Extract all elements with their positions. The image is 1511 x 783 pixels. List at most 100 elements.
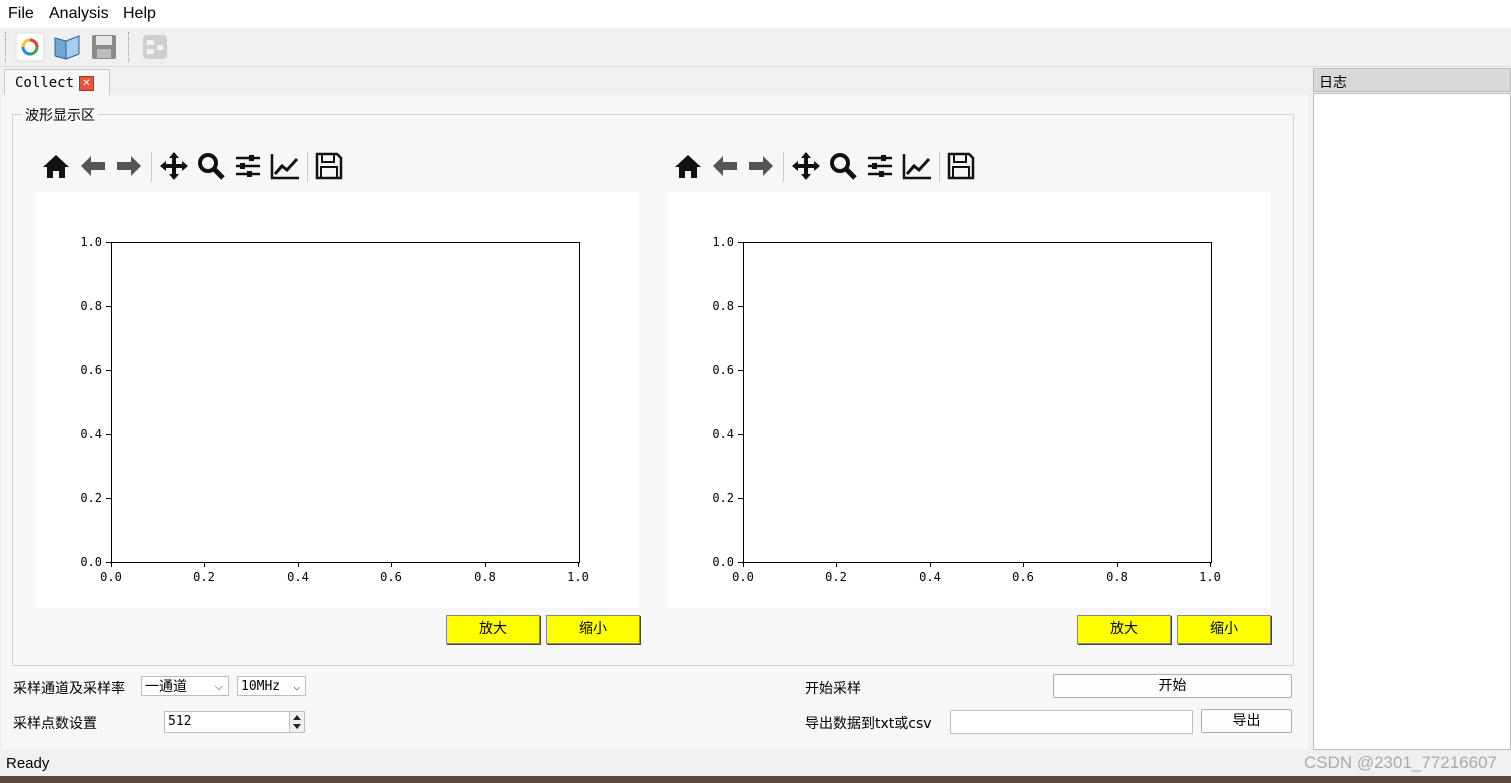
groupbox-title: 波形显示区 (22, 105, 98, 125)
y-tick-mark (106, 370, 111, 371)
status-bar: Ready (0, 751, 1511, 776)
y-tick-label: 0.8 (712, 299, 734, 313)
refresh-icon[interactable] (15, 32, 45, 62)
export-path-input[interactable] (950, 710, 1193, 734)
x-tick-label: 0.6 (380, 570, 402, 584)
start-button[interactable]: 开始 (1053, 674, 1292, 698)
plot-canvas-left[interactable]: 1.0 0.8 0.6 0.4 0.2 0.0 0.0 0.2 0.4 0.6 … (36, 192, 639, 608)
y-tick-mark (106, 434, 111, 435)
export-label: 导出数据到txt或csv (805, 716, 932, 732)
toolbar-separator (128, 32, 132, 62)
home-icon[interactable] (672, 150, 704, 182)
points-spinbox-value: 512 (168, 714, 192, 729)
y-tick-mark (106, 242, 111, 243)
zoom-in-button-left[interactable]: 放大 (446, 615, 540, 644)
y-tick-label: 0.0 (712, 555, 734, 569)
plot-toolbar-right (672, 150, 982, 184)
desktop-background-strip (0, 776, 1511, 783)
x-tick-mark (298, 562, 299, 567)
main-toolbar (0, 28, 1511, 67)
log-title: 日志 (1319, 75, 1347, 91)
subplots-config-icon[interactable] (864, 150, 896, 182)
menu-analysis[interactable]: Analysis (49, 5, 109, 23)
back-arrow-icon[interactable] (709, 150, 741, 182)
y-tick-mark (738, 434, 743, 435)
tab-bar: Collect ✕ (0, 67, 1310, 97)
x-tick-mark (578, 562, 579, 567)
zoom-icon[interactable] (827, 150, 859, 182)
x-tick-label: 0.8 (1106, 570, 1128, 584)
zoom-in-button-right[interactable]: 放大 (1077, 615, 1171, 644)
y-tick-label: 1.0 (712, 235, 734, 249)
pan-icon[interactable] (790, 150, 822, 182)
edit-axis-icon[interactable] (269, 150, 301, 182)
plot-axes-left[interactable] (111, 242, 580, 563)
back-arrow-icon[interactable] (77, 150, 109, 182)
x-tick-label: 0.0 (732, 570, 754, 584)
pan-icon[interactable] (158, 150, 190, 182)
y-tick-label: 0.6 (80, 363, 102, 377)
channel-select-value: 一通道 (145, 679, 187, 695)
home-icon[interactable] (40, 150, 72, 182)
book-icon[interactable] (52, 32, 82, 62)
y-tick-label: 0.6 (712, 363, 734, 377)
x-tick-mark (836, 562, 837, 567)
y-tick-mark (106, 306, 111, 307)
y-tick-mark (738, 306, 743, 307)
export-button[interactable]: 导出 (1201, 709, 1292, 733)
points-label: 采样点数设置 (13, 716, 97, 732)
save-figure-icon[interactable] (313, 150, 345, 182)
x-tick-mark (204, 562, 205, 567)
spinbox-buttons[interactable] (289, 712, 304, 732)
y-tick-mark (738, 370, 743, 371)
menu-file[interactable]: File (8, 5, 34, 23)
tab-collect[interactable]: Collect ✕ (4, 69, 110, 97)
log-text-area[interactable] (1313, 93, 1511, 750)
x-tick-label: 0.0 (100, 570, 122, 584)
rate-select[interactable]: 10MHz ⌵ (237, 676, 306, 696)
x-tick-label: 0.4 (287, 570, 309, 584)
y-tick-label: 0.2 (80, 491, 102, 505)
forward-arrow-icon[interactable] (745, 150, 777, 182)
config-icon[interactable] (140, 32, 170, 62)
save-icon[interactable] (89, 32, 119, 62)
y-tick-label: 1.0 (80, 235, 102, 249)
x-tick-mark (485, 562, 486, 567)
x-tick-mark (1210, 562, 1211, 567)
x-tick-label: 0.4 (919, 570, 941, 584)
plot-canvas-right[interactable]: 1.0 0.8 0.6 0.4 0.2 0.0 0.0 0.2 0.4 0.6 … (668, 192, 1270, 608)
plot-toolbar-separator (783, 152, 784, 182)
y-tick-mark (738, 498, 743, 499)
x-tick-mark (1023, 562, 1024, 567)
plot-toolbar-separator (307, 152, 308, 182)
y-tick-mark (738, 242, 743, 243)
x-tick-mark (930, 562, 931, 567)
save-figure-icon[interactable] (945, 150, 977, 182)
chevron-down-icon: ⌵ (214, 680, 223, 693)
x-tick-mark (1117, 562, 1118, 567)
x-tick-label: 0.6 (1012, 570, 1034, 584)
x-tick-mark (391, 562, 392, 567)
watermark: CSDN @2301_77216607 (1303, 753, 1497, 772)
plot-toolbar-left (40, 150, 350, 184)
menu-help[interactable]: Help (123, 5, 156, 23)
zoom-out-button-left[interactable]: 缩小 (546, 615, 640, 644)
x-tick-label: 1.0 (1199, 570, 1221, 584)
y-tick-label: 0.8 (80, 299, 102, 313)
tab-collect-label: Collect (15, 75, 75, 91)
channel-rate-label: 采样通道及采样率 (13, 681, 125, 697)
subplots-config-icon[interactable] (232, 150, 264, 182)
zoom-icon[interactable] (195, 150, 227, 182)
zoom-out-button-right[interactable]: 缩小 (1177, 615, 1271, 644)
close-icon[interactable]: ✕ (79, 76, 94, 91)
channel-select[interactable]: 一通道 ⌵ (141, 676, 229, 696)
edit-axis-icon[interactable] (901, 150, 933, 182)
y-tick-label: 0.0 (80, 555, 102, 569)
plot-axes-right[interactable] (743, 242, 1212, 563)
rate-select-value: 10MHz (241, 679, 281, 694)
points-spinbox[interactable]: 512 (164, 711, 305, 733)
status-text: Ready (6, 755, 50, 772)
menu-bar: File Analysis Help (0, 0, 1511, 28)
forward-arrow-icon[interactable] (113, 150, 145, 182)
start-sampling-label: 开始采样 (805, 681, 861, 697)
